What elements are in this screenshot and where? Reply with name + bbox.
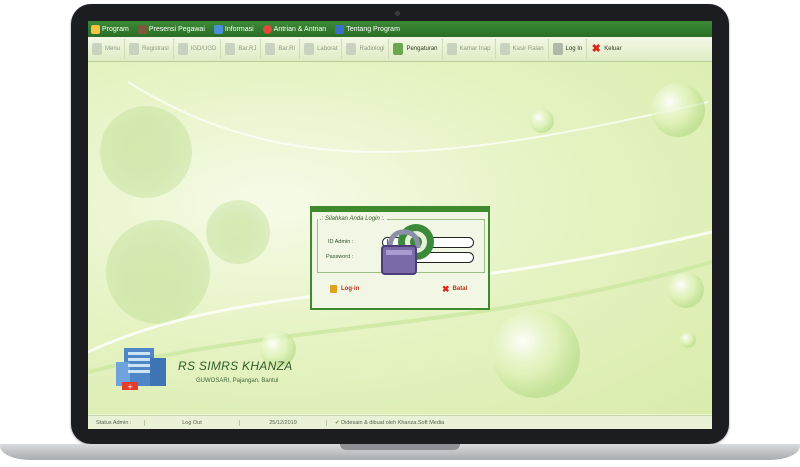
menu-program[interactable]: Program	[88, 24, 135, 34]
laptop-notch	[340, 444, 460, 450]
id-admin-label: ID Admin :	[328, 239, 354, 245]
tool-label: Registrasi	[142, 46, 169, 52]
tool-kasir-ralan[interactable]: Kasir Ralan	[496, 39, 549, 59]
webcam-icon	[395, 11, 400, 16]
menu-antrian[interactable]: Antrian & Antrian	[260, 24, 333, 34]
tool-barrj[interactable]: Bar.RJ	[221, 39, 262, 59]
svg-text:+: +	[127, 383, 133, 391]
tool-label: Bar.RI	[278, 46, 296, 52]
tool-label: Kamar Inap	[459, 46, 491, 52]
emergency-icon	[177, 43, 188, 55]
menu-presensi[interactable]: Presensi Pegawai	[135, 24, 211, 34]
tool-igd[interactable]: IGD/UGD	[174, 39, 222, 59]
bed-icon	[446, 43, 457, 55]
login-dialog: .: Silahkan Anda Login :. ID Admin : Pas…	[310, 206, 490, 310]
info-chart-icon	[213, 24, 223, 34]
tool-label: IGD/UGD	[190, 46, 217, 52]
cancel-icon: ✖	[442, 283, 450, 294]
padlock-icon	[330, 285, 337, 293]
login-button[interactable]: Log-in	[330, 282, 359, 296]
tool-label: Pengaturan	[406, 46, 438, 52]
book-icon	[335, 24, 345, 34]
settings-icon	[393, 43, 404, 55]
login-dialog-header	[312, 208, 488, 212]
tool-barri[interactable]: Bar.RI	[261, 39, 301, 59]
tool-label: Log In	[565, 46, 583, 52]
desktop-background: + RS SIMRS KHANZA GUWOSARI, Pajangan, Ba…	[88, 62, 712, 414]
cancel-button-label: Batal	[452, 286, 468, 292]
tool-label: Keluar	[604, 46, 622, 52]
credit-text: Didesain & dibuat oleh Khanza.Soft Media	[341, 420, 445, 426]
inpatient-icon	[265, 43, 276, 55]
hospital-address: GUWOSARI, Pajangan, Bantul	[196, 378, 279, 384]
lab-icon	[304, 43, 315, 55]
cashier-icon	[499, 43, 510, 55]
tool-label: Menu	[105, 46, 121, 52]
radiology-icon	[346, 43, 357, 55]
menu-label: Antrian & Antrian	[273, 25, 327, 33]
close-icon: ✖	[591, 43, 601, 55]
tool-menu[interactable]: Menu	[88, 39, 126, 59]
tool-label: Bar.RJ	[238, 46, 257, 52]
hospital-name: RS SIMRS KHANZA	[178, 359, 293, 373]
menu-tentang[interactable]: Tentang Program	[332, 24, 406, 34]
tool-registrasi[interactable]: Registrasi	[125, 39, 174, 59]
cancel-button[interactable]: ✖ Batal	[442, 282, 467, 296]
status-date: 25/12/2019	[240, 420, 327, 426]
login-button-label: Log-in	[341, 286, 360, 292]
key-icon	[91, 24, 100, 34]
status-admin: Status Admin :	[88, 420, 145, 426]
status-credit: ✔ Didesain & dibuat oleh Khanza.Soft Med…	[327, 420, 452, 426]
tool-label: Kasir Ralan	[512, 46, 544, 52]
menubar: Program Presensi Pegawai Informasi Antri…	[88, 21, 712, 37]
tool-label: Laborat	[317, 46, 338, 52]
login-icon	[552, 43, 563, 55]
tool-pengaturan[interactable]: Pengaturan	[389, 39, 443, 59]
lifebuoy-icon	[262, 24, 272, 34]
app-screen: Program Presensi Pegawai Informasi Antri…	[88, 21, 712, 429]
status-logout[interactable]: Log Out	[145, 420, 240, 426]
tool-login[interactable]: Log In	[549, 39, 588, 59]
menu-informasi[interactable]: Informasi	[211, 24, 260, 34]
toolbar: Menu Registrasi IGD/UGD Bar.RJ Bar.RI La…	[88, 37, 712, 62]
outpatient-icon	[225, 43, 236, 55]
tool-keluar[interactable]: ✖ Keluar	[587, 39, 625, 59]
statusbar: Status Admin : Log Out 25/12/2019 ✔ Dide…	[88, 415, 712, 429]
tool-radiologi[interactable]: Radiologi	[342, 39, 390, 59]
register-icon	[129, 43, 140, 55]
tool-kamar-inap[interactable]: Kamar Inap	[443, 39, 496, 59]
tool-laborat[interactable]: Laborat	[300, 39, 343, 59]
menu-label: Presensi Pegawai	[148, 25, 205, 33]
menu-label: Informasi	[224, 25, 254, 33]
menu-label: Tentang Program	[346, 25, 400, 33]
person-icon	[137, 24, 147, 34]
password-label: Password :	[326, 254, 354, 260]
lock-gear-icon	[381, 224, 434, 275]
menu-icon	[92, 43, 102, 55]
hospital-building-icon: +	[116, 348, 166, 391]
tool-label: Radiologi	[359, 46, 385, 52]
menu-label: Program	[102, 25, 129, 33]
